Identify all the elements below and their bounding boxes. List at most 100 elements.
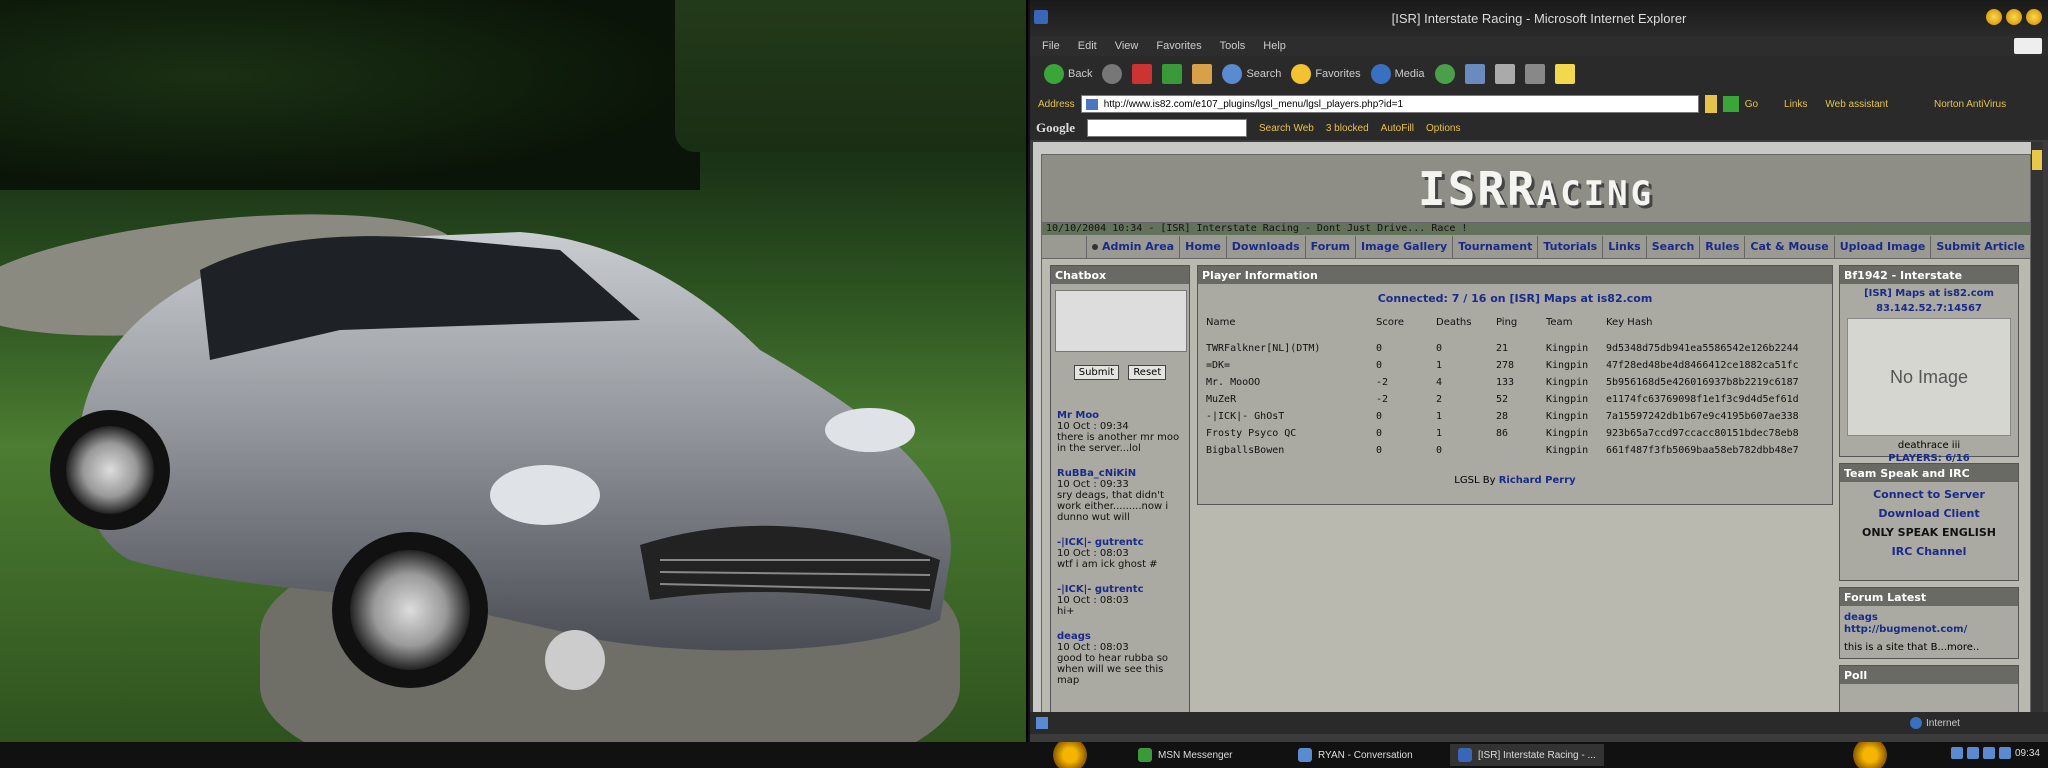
chat-user[interactable]: RuBBa_cNiKiN (1057, 468, 1183, 479)
forum-post-user[interactable]: deags (1844, 612, 1878, 623)
tray-icon[interactable] (1950, 747, 1963, 759)
windows-logo-icon (2014, 38, 2042, 54)
cell: BigballsBowen (1206, 445, 1285, 456)
google-search-input[interactable] (1087, 119, 1247, 137)
close-button[interactable] (2026, 9, 2042, 25)
task-msn-messenger[interactable]: MSN Messenger (1130, 744, 1240, 766)
search-button[interactable]: Search (1222, 64, 1281, 84)
chat-user[interactable]: deags (1057, 631, 1183, 642)
notes-button[interactable] (1554, 64, 1575, 84)
connect-to-server-link[interactable]: Connect to Server (1840, 488, 2018, 501)
nav-admin-area[interactable]: Admin Area (1086, 235, 1179, 258)
address-input[interactable]: http://www.is82.com/e107_plugins/lgsl_me… (1080, 95, 1699, 113)
web-assistant-button[interactable]: Web assistant (1825, 99, 1888, 110)
menu-view[interactable]: View (1115, 40, 1139, 52)
ie-icon[interactable] (1034, 10, 1048, 24)
task-ie-window[interactable]: [ISR] Interstate Racing - ... (1450, 744, 1604, 766)
table-row: Frosty Psyco QC 0 1 86 Kingpin 923b65a7ccd97c… (1206, 425, 1826, 442)
nav-image-gallery[interactable]: Image Gallery (1355, 235, 1452, 258)
scrollbar-thumb[interactable] (2032, 150, 2042, 170)
go-button[interactable]: Go (1745, 99, 1758, 110)
favorites-button[interactable]: Favorites (1291, 64, 1361, 84)
history-button[interactable] (1434, 64, 1455, 84)
cell: -|ICK|- GhOsT (1206, 411, 1285, 422)
task-ryan-conversation[interactable]: RYAN - Conversation (1290, 744, 1421, 766)
address-dropdown-button[interactable] (1704, 95, 1717, 113)
vertical-scrollbar[interactable] (2031, 142, 2043, 712)
google-search-web-button[interactable]: Search Web (1259, 123, 1314, 134)
page-status-icon (1036, 717, 1048, 729)
bf1942-server-ip[interactable]: 83.142.52.7:14567 (1840, 303, 2018, 314)
chat-user[interactable]: Mr Moo (1057, 410, 1183, 421)
forum-post-link[interactable]: http://bugmenot.com/ (1844, 624, 1967, 635)
menu-favorites[interactable]: Favorites (1156, 40, 1201, 52)
media-button[interactable]: Media (1370, 64, 1425, 84)
menu-help[interactable]: Help (1263, 40, 1286, 52)
logo-racing: ACING (1536, 173, 1655, 214)
chat-user[interactable]: -|ICK|- gutrentc (1057, 584, 1183, 595)
forum-post-text[interactable]: this is a site that B...more.. (1844, 642, 2014, 654)
menu-file[interactable]: File (1042, 40, 1060, 52)
minimize-button[interactable] (1986, 9, 2002, 25)
forward-button[interactable] (1102, 64, 1123, 84)
home-button[interactable] (1192, 64, 1213, 84)
cell: 9d5348d75db941ea5586542e126b2244 (1606, 343, 1799, 354)
nav-cat-mouse[interactable]: Cat & Mouse (1744, 235, 1833, 258)
cell: 1 (1436, 360, 1443, 371)
nav-submit-article[interactable]: Submit Article (1930, 235, 2030, 258)
go-icon[interactable] (1722, 96, 1739, 112)
back-button[interactable]: Back (1044, 64, 1092, 84)
links-button[interactable]: Links (1784, 99, 1807, 110)
nav-downloads[interactable]: Downloads (1225, 235, 1305, 258)
menu-tools[interactable]: Tools (1220, 40, 1246, 52)
maximize-button[interactable] (2006, 9, 2022, 25)
nav-links[interactable]: Links (1602, 235, 1645, 258)
nav-upload-image[interactable]: Upload Image (1833, 235, 1931, 258)
start-button[interactable] (1050, 742, 1090, 768)
site-banner: ISRRACING (1042, 155, 2030, 223)
nav-rules[interactable]: Rules (1699, 235, 1744, 258)
bf1942-server-name[interactable]: [ISR] Maps at is82.com (1840, 288, 2018, 299)
chat-text: good to hear rubba so when will we see t… (1057, 653, 1169, 686)
browser-window: [ISR] Interstate Racing - Microsoft Inte… (1028, 0, 2048, 768)
download-client-link[interactable]: Download Client (1840, 507, 2018, 520)
clock[interactable]: 09:34 (2015, 748, 2040, 759)
site-logo[interactable]: ISRRACING (1418, 162, 1654, 216)
chat-reset-button[interactable]: Reset (1128, 365, 1167, 380)
connected-status[interactable]: Connected: 7 / 16 on [ISR] Maps at is82.… (1198, 292, 1832, 305)
chat-time: 10 Oct : 09:33 (1057, 479, 1129, 490)
cell: 1 (1436, 411, 1443, 422)
table-row: TWRFalkner[NL](DTM) 0 0 21 Kingpin 9d5348d75d… (1206, 340, 1826, 357)
nav-tutorials[interactable]: Tutorials (1537, 235, 1602, 258)
zone-label: Internet (1926, 717, 1960, 729)
tray-icon[interactable] (1998, 747, 2011, 759)
irc-channel-link[interactable]: IRC Channel (1840, 545, 2018, 558)
cell: Frosty Psyco QC (1206, 428, 1297, 439)
norton-antivirus-button[interactable]: Norton AntiVirus (1934, 99, 2006, 110)
cell: 0 (1376, 360, 1383, 371)
tray-icon[interactable] (1982, 747, 1995, 759)
tray-icon[interactable] (1966, 747, 1979, 759)
print-button[interactable] (1494, 64, 1515, 84)
nav-search[interactable]: Search (1645, 235, 1700, 258)
nav-home[interactable]: Home (1179, 235, 1226, 258)
edit-button[interactable] (1524, 64, 1545, 84)
chat-user[interactable]: -|ICK|- gutrentc (1057, 537, 1183, 548)
menu-edit[interactable]: Edit (1078, 40, 1097, 52)
chat-submit-button[interactable]: Submit (1073, 365, 1120, 380)
google-options-button[interactable]: Options (1426, 123, 1460, 134)
nav-tournament[interactable]: Tournament (1452, 235, 1537, 258)
col-deaths: Deaths (1436, 317, 1472, 328)
nav-forum[interactable]: Forum (1304, 235, 1355, 258)
google-autofill-button[interactable]: AutoFill (1381, 123, 1414, 134)
google-popup-blocker[interactable]: 3 blocked (1326, 123, 1369, 134)
chatbox-buttons: Submit Reset (1051, 360, 1189, 380)
stop-button[interactable] (1132, 64, 1153, 84)
cell: Kingpin (1546, 360, 1589, 371)
refresh-button[interactable] (1162, 64, 1183, 84)
mail-button[interactable] (1464, 64, 1485, 84)
credit-link[interactable]: Richard Perry (1499, 475, 1576, 486)
cell: 133 (1496, 377, 1515, 388)
google-logo[interactable]: Google (1036, 120, 1075, 136)
chatbox-textarea[interactable] (1055, 290, 1187, 352)
